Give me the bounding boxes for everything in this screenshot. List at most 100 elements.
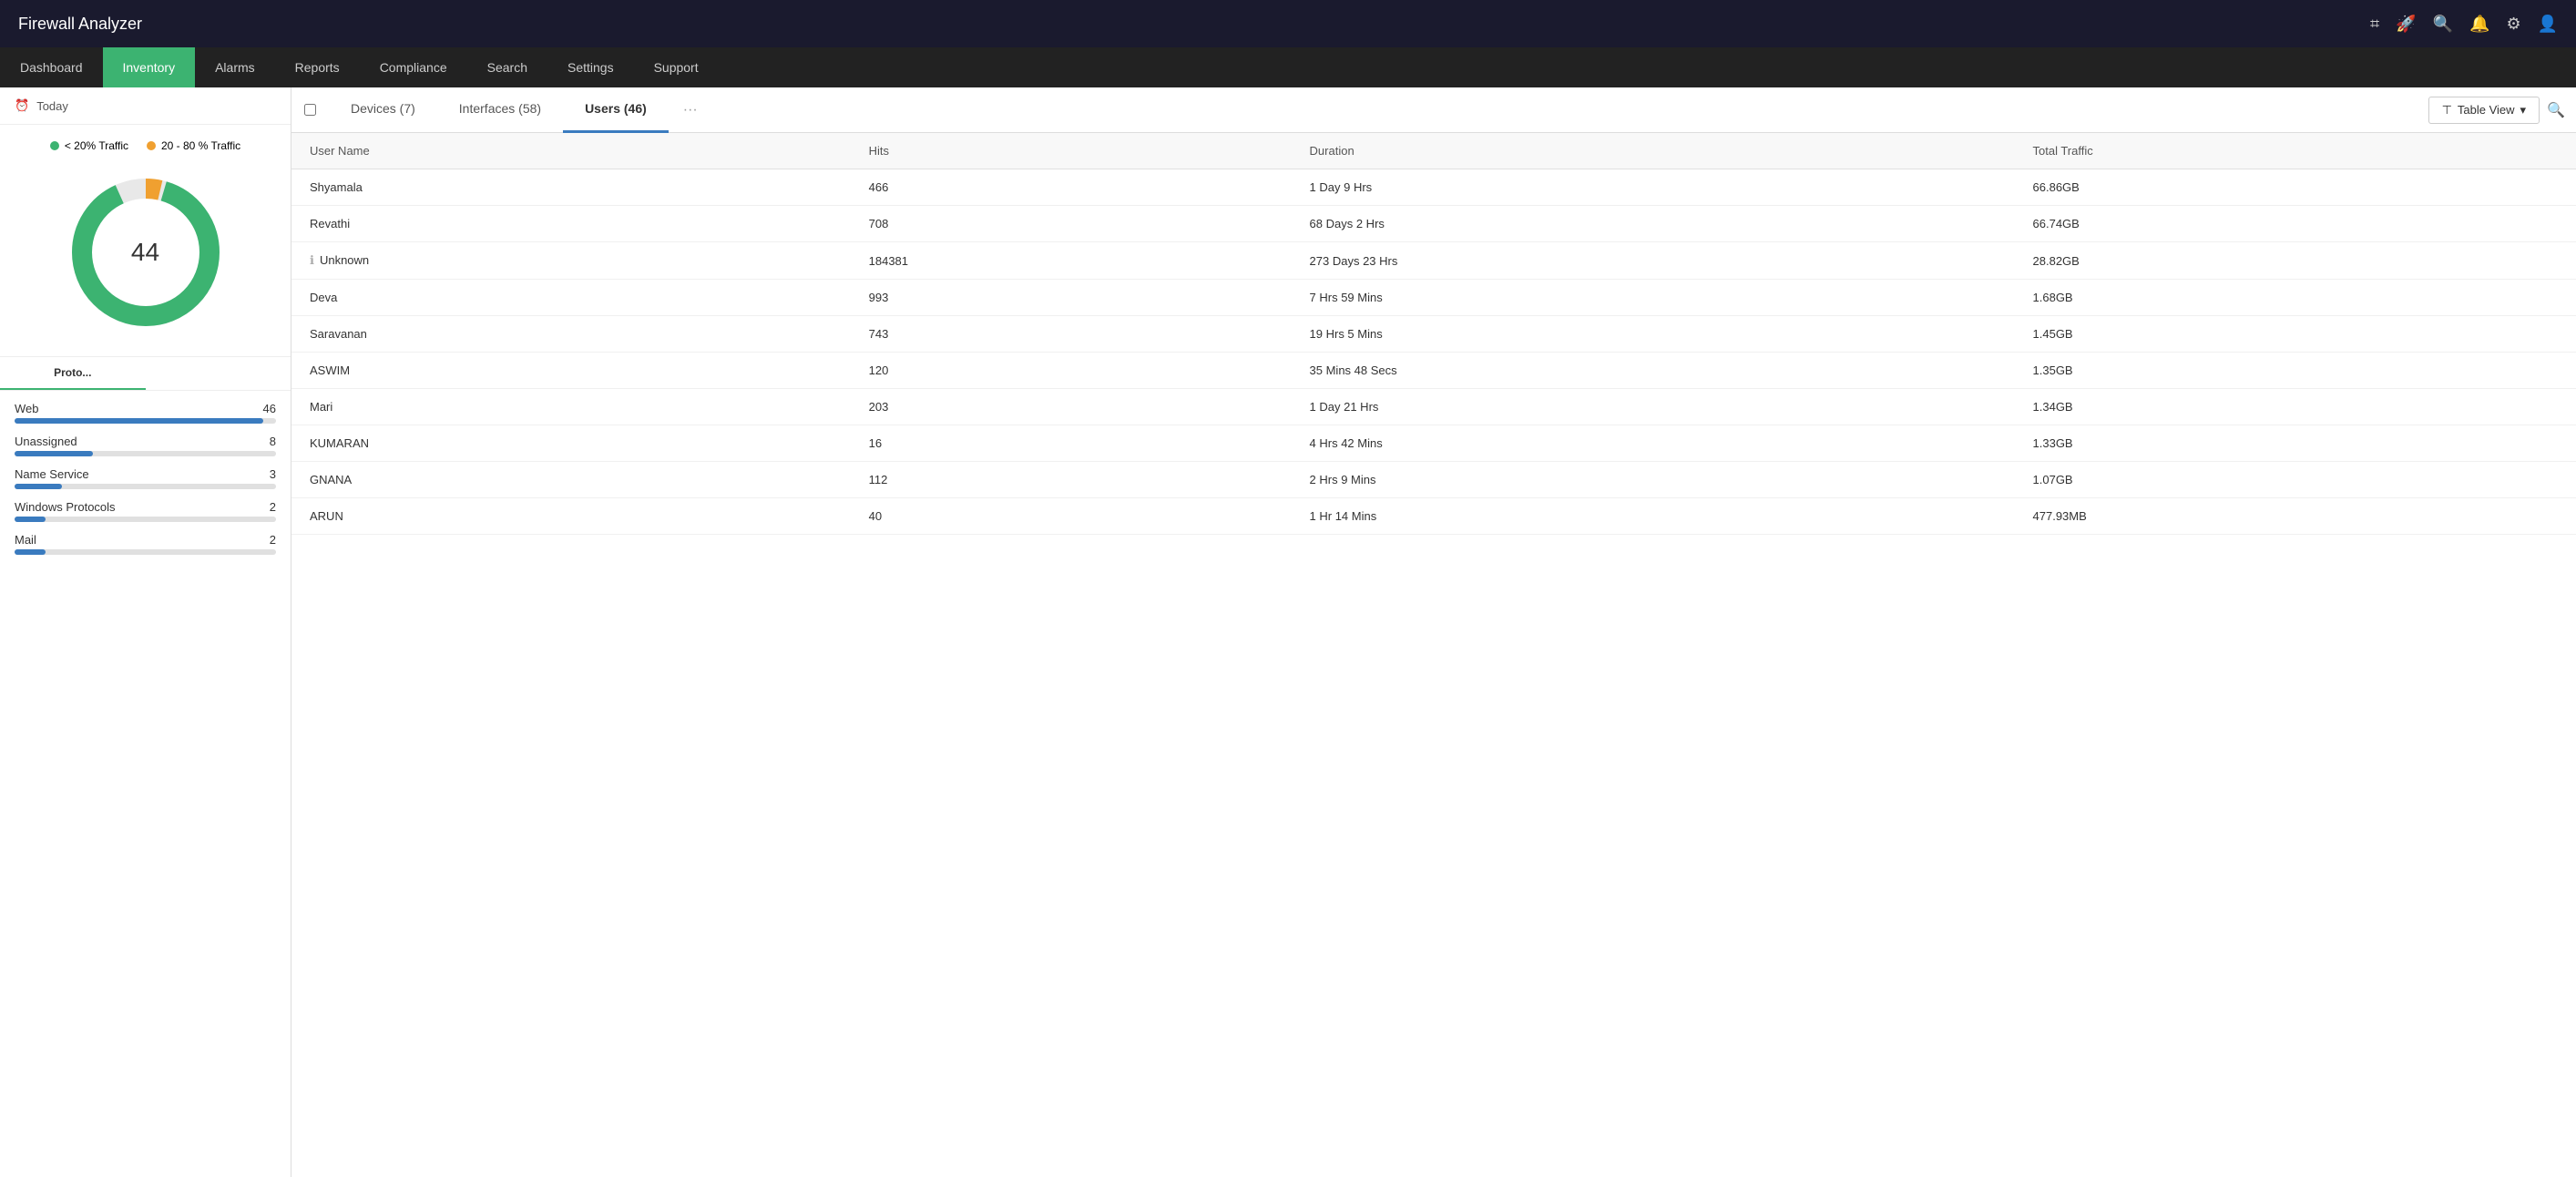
tabs-bar: Devices (7) Interfaces (58) Users (46) ·… (291, 87, 2576, 133)
content-area: Devices (7) Interfaces (58) Users (46) ·… (291, 87, 2576, 1177)
cell-username: ℹUnknown (291, 242, 851, 280)
cell-traffic: 1.33GB (2015, 425, 2576, 462)
nav-item-compliance[interactable]: Compliance (360, 47, 467, 87)
cell-hits: 993 (851, 280, 1292, 316)
select-all-checkbox[interactable] (304, 104, 316, 116)
nav-item-reports[interactable]: Reports (275, 47, 360, 87)
table-row[interactable]: KUMARAN164 Hrs 42 Mins1.33GB (291, 425, 2576, 462)
search-icon-button[interactable]: 🔍 (2547, 101, 2565, 119)
cell-hits: 40 (851, 498, 1292, 535)
protocol-bar (15, 451, 93, 456)
protocol-bar (15, 517, 46, 522)
cell-hits: 16 (851, 425, 1292, 462)
cell-traffic: 66.86GB (2015, 169, 2576, 206)
cell-duration: 273 Days 23 Hrs (1292, 242, 2015, 280)
table-body: Shyamala4661 Day 9 Hrs66.86GBRevathi7086… (291, 169, 2576, 535)
bell-icon[interactable]: 🔔 (2469, 15, 2489, 34)
rocket-icon[interactable]: 🚀 (2396, 15, 2416, 34)
table-row[interactable]: GNANA1122 Hrs 9 Mins1.07GB (291, 462, 2576, 498)
cell-hits: 184381 (851, 242, 1292, 280)
monitor-icon[interactable]: ⌗ (2370, 15, 2379, 34)
protocol-list: Web 46 Unassigned 8 Name Service (0, 391, 291, 577)
col-hits: Hits (851, 133, 1292, 169)
protocol-bar (15, 549, 46, 555)
app-title: Firewall Analyzer (18, 15, 2370, 34)
nav-item-dashboard[interactable]: Dashboard (0, 47, 103, 87)
donut-center-value: 44 (131, 238, 159, 267)
nav-item-search[interactable]: Search (467, 47, 547, 87)
donut-chart: 44 (64, 170, 228, 334)
protocol-count: 3 (270, 467, 276, 481)
cell-hits: 112 (851, 462, 1292, 498)
cell-duration: 4 Hrs 42 Mins (1292, 425, 2015, 462)
table-icon: ⊤ (2442, 103, 2452, 118)
cell-hits: 120 (851, 353, 1292, 389)
cell-username: ARUN (291, 498, 851, 535)
table-row[interactable]: Deva9937 Hrs 59 Mins1.68GB (291, 280, 2576, 316)
cell-hits: 708 (851, 206, 1292, 242)
cell-traffic: 1.45GB (2015, 316, 2576, 353)
clock-icon: ⏰ (15, 98, 29, 113)
nav-item-alarms[interactable]: Alarms (195, 47, 275, 87)
nav-item-support[interactable]: Support (634, 47, 719, 87)
table-row[interactable]: ℹUnknown184381273 Days 23 Hrs28.82GB (291, 242, 2576, 280)
table-row[interactable]: Shyamala4661 Day 9 Hrs66.86GB (291, 169, 2576, 206)
gear-icon[interactable]: ⚙ (2506, 15, 2520, 34)
protocol-name: Mail (15, 533, 36, 547)
table-row[interactable]: Mari2031 Day 21 Hrs1.34GB (291, 389, 2576, 425)
cell-traffic: 66.74GB (2015, 206, 2576, 242)
cell-duration: 1 Hr 14 Mins (1292, 498, 2015, 535)
navbar: Dashboard Inventory Alarms Reports Compl… (0, 47, 2576, 87)
legend-label-green: < 20% Traffic (65, 139, 128, 152)
cell-username: KUMARAN (291, 425, 851, 462)
cell-username: ASWIM (291, 353, 851, 389)
cell-duration: 19 Hrs 5 Mins (1292, 316, 2015, 353)
cell-traffic: 28.82GB (2015, 242, 2576, 280)
search-icon[interactable]: 🔍 (2433, 15, 2453, 34)
cell-duration: 2 Hrs 9 Mins (1292, 462, 2015, 498)
users-table: User Name Hits Duration Total Traffic Sh… (291, 133, 2576, 535)
cell-traffic: 1.07GB (2015, 462, 2576, 498)
protocol-count: 2 (270, 533, 276, 547)
legend-mid-traffic: 20 - 80 % Traffic (147, 139, 240, 152)
cell-username: Deva (291, 280, 851, 316)
cell-hits: 203 (851, 389, 1292, 425)
protocol-bar (15, 484, 62, 489)
tab-more[interactable]: ··· (669, 102, 712, 118)
cell-duration: 7 Hrs 59 Mins (1292, 280, 2015, 316)
cell-traffic: 477.93MB (2015, 498, 2576, 535)
period-label: Today (36, 99, 68, 113)
cell-hits: 466 (851, 169, 1292, 206)
cell-duration: 1 Day 9 Hrs (1292, 169, 2015, 206)
tab-users[interactable]: Users (46) (563, 87, 669, 133)
protocol-tabs: Proto... (0, 356, 291, 391)
table-row[interactable]: ASWIM12035 Mins 48 Secs1.35GB (291, 353, 2576, 389)
nav-item-inventory[interactable]: Inventory (103, 47, 196, 87)
protocol-count: 46 (263, 402, 276, 415)
tab-devices[interactable]: Devices (7) (329, 87, 437, 133)
table-row[interactable]: Saravanan74319 Hrs 5 Mins1.45GB (291, 316, 2576, 353)
protocol-count: 8 (270, 435, 276, 448)
cell-username: Revathi (291, 206, 851, 242)
cell-username: Mari (291, 389, 851, 425)
col-traffic: Total Traffic (2015, 133, 2576, 169)
sidebar-period-header: ⏰ Today (0, 87, 291, 125)
protocol-tab-other[interactable] (146, 357, 291, 390)
col-duration: Duration (1292, 133, 2015, 169)
table-row[interactable]: ARUN401 Hr 14 Mins477.93MB (291, 498, 2576, 535)
protocol-tab-proto[interactable]: Proto... (0, 357, 146, 390)
nav-item-settings[interactable]: Settings (547, 47, 634, 87)
tabs-right: ⊤ Table View ▾ 🔍 (2428, 97, 2576, 124)
list-item: Mail 2 (15, 533, 276, 555)
cell-duration: 35 Mins 48 Secs (1292, 353, 2015, 389)
table-view-button[interactable]: ⊤ Table View ▾ (2428, 97, 2540, 124)
list-item: Unassigned 8 (15, 435, 276, 456)
user-icon[interactable]: 👤 (2538, 15, 2558, 34)
table-row[interactable]: Revathi70868 Days 2 Hrs66.74GB (291, 206, 2576, 242)
info-icon[interactable]: ℹ (310, 253, 314, 267)
cell-duration: 68 Days 2 Hrs (1292, 206, 2015, 242)
legend-dot-orange (147, 141, 156, 150)
tab-interfaces[interactable]: Interfaces (58) (437, 87, 563, 133)
cell-traffic: 1.35GB (2015, 353, 2576, 389)
cell-hits: 743 (851, 316, 1292, 353)
